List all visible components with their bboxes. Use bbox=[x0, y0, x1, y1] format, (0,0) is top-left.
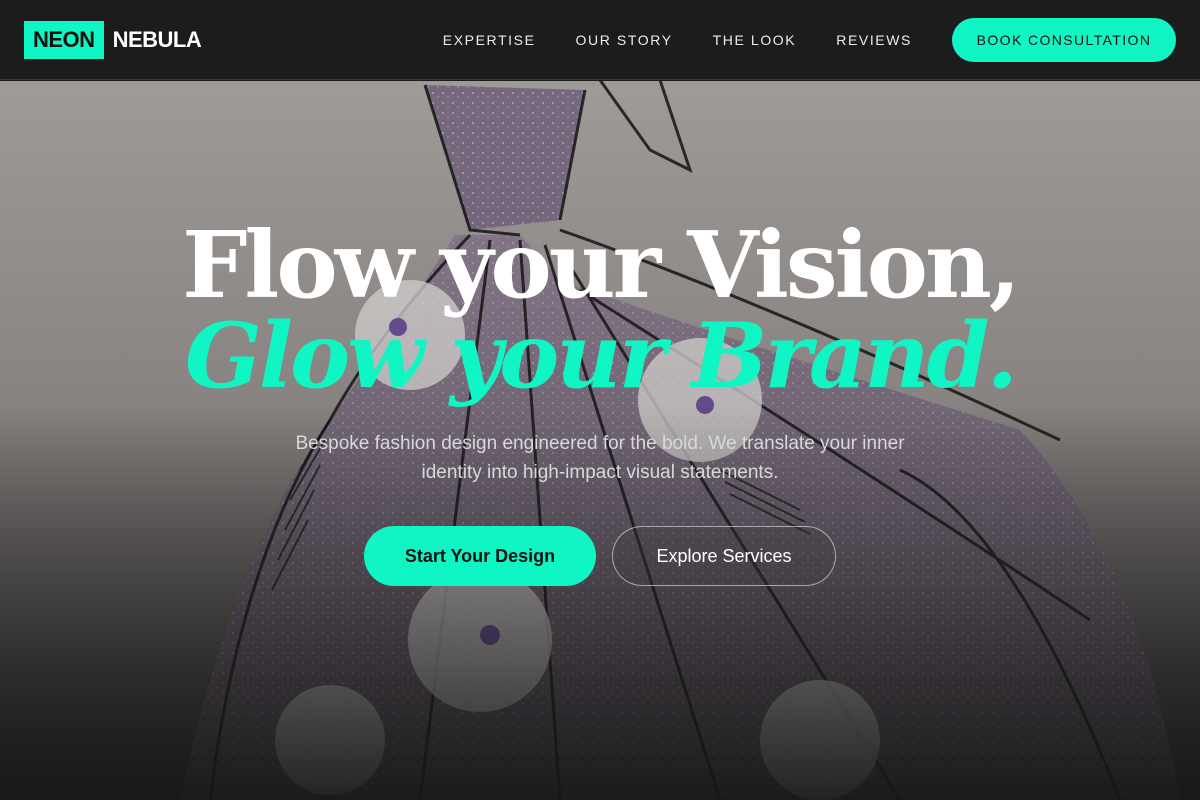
nav-link-reviews[interactable]: REVIEWS bbox=[836, 32, 912, 48]
hero-headline-line-2: Glow your Brand. bbox=[185, 303, 1018, 409]
book-consultation-button[interactable]: BOOK CONSULTATION bbox=[952, 17, 1176, 62]
nav-link-the-look[interactable]: THE LOOK bbox=[713, 32, 797, 48]
nav-link-our-story[interactable]: OUR STORY bbox=[576, 32, 673, 48]
hero-section: Flow your Vision, Glow your Brand. Bespo… bbox=[0, 81, 1200, 800]
top-navbar: NEON NEBULA EXPERTISE OUR STORY THE LOOK… bbox=[0, 0, 1200, 80]
logo-neon-text: NEON bbox=[24, 20, 104, 59]
hero-content: Flow your Vision, Glow your Brand. Bespo… bbox=[0, 81, 1200, 800]
nav-links: EXPERTISE OUR STORY THE LOOK REVIEWS bbox=[443, 32, 912, 48]
nav-link-expertise[interactable]: EXPERTISE bbox=[443, 32, 536, 48]
start-your-design-button[interactable]: Start Your Design bbox=[364, 526, 596, 586]
hero-subtext: Bespoke fashion design engineered for th… bbox=[295, 433, 905, 483]
brand-logo[interactable]: NEON NEBULA bbox=[24, 20, 202, 59]
explore-services-button[interactable]: Explore Services bbox=[612, 526, 836, 586]
logo-nebula-text: NEBULA bbox=[112, 26, 202, 52]
